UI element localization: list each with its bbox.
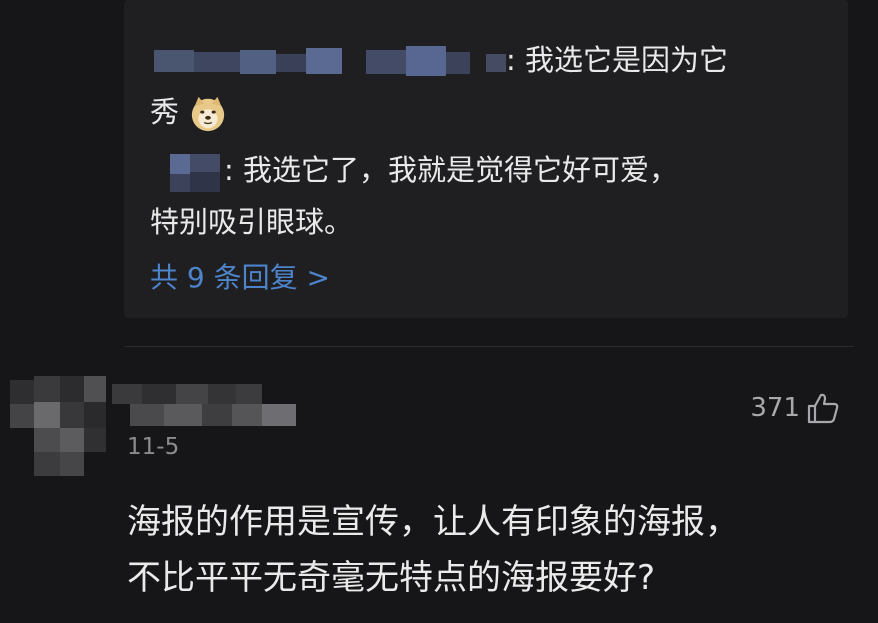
replies-panel: : 我选它是因为它 秀 : 我选它了，我就是觉得它好可爱， 特别吸引眼球。 共 … [124,0,848,318]
avatar[interactable] [10,376,106,476]
view-more-replies-link[interactable]: 共 9 条回复 > [150,252,330,304]
comment-line-2: 不比平平无奇毫无特点的海报要好? [127,558,656,598]
divider [124,346,854,347]
comment-date: 11-5 [127,434,180,460]
like-count: 371 [750,393,800,423]
reply-1-line-1: : 我选它是因为它 [150,34,810,86]
reply-2-line-1: : 我选它了，我就是觉得它好可爱， [150,144,810,196]
reply-2-text: : 我选它了，我就是觉得它好可爱， [224,153,678,187]
blurred-commenter-name[interactable] [112,384,322,428]
comment-body: 海报的作用是宣传，让人有印象的海报， 不比平平无奇毫无特点的海报要好? [127,494,827,606]
reply-1-line-2: 秀 [150,86,810,138]
doge-emoji-icon [191,96,225,132]
reply-2-text-cont: 特别吸引眼球。 [150,205,354,239]
reply-2-line-2: 特别吸引眼球。 [150,196,810,248]
blurred-username[interactable] [150,44,506,80]
reply-1-text-cont: 秀 [150,95,180,129]
thumbs-up-icon [807,393,839,424]
blurred-username[interactable] [150,150,224,194]
comment-line-1: 海报的作用是宣传，让人有印象的海报， [127,502,739,542]
like-button[interactable]: 371 [750,392,840,424]
reply-1-text: : 我选它是因为它 [506,43,728,77]
